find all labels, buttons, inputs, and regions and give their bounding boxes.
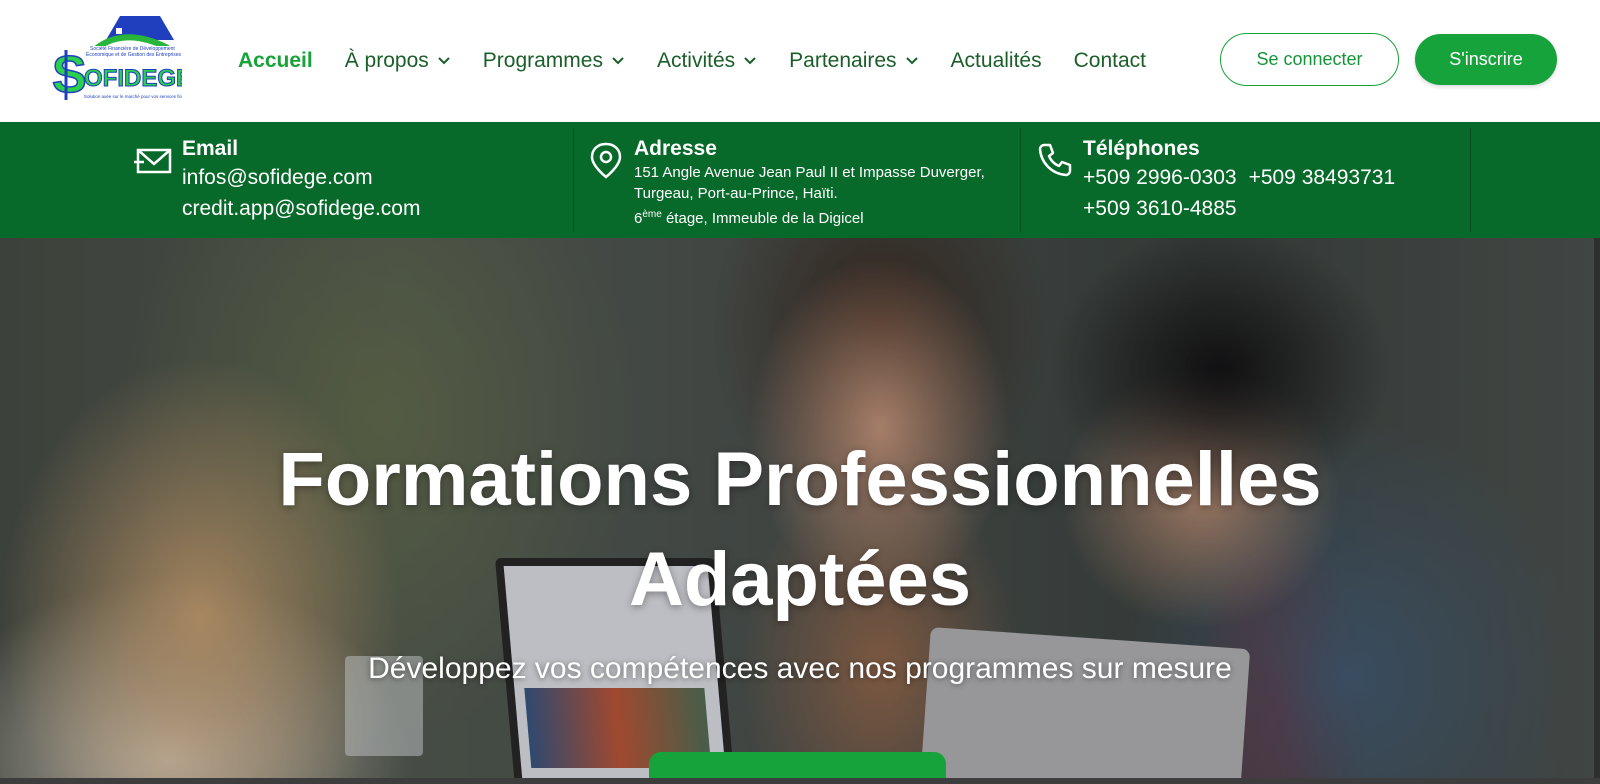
nav-item-partenaires[interactable]: Partenaires <box>789 49 918 73</box>
address-line: Turgeau, Port-au-Prince, Haïti. <box>634 185 838 202</box>
address-title: Adresse <box>634 137 717 160</box>
nav-label: À propos <box>344 49 429 72</box>
site-header: S OFIDEGE Société Financière de Développ… <box>0 0 1600 122</box>
hero-title: Formations Professionnelles Adaptées <box>0 430 1600 630</box>
chevron-down-icon <box>905 54 919 68</box>
svg-text:Économique et de Gestion des E: Économique et de Gestion des Entreprises <box>86 51 182 58</box>
hero-banner: Formations Professionnelles Adaptées Dév… <box>0 238 1600 778</box>
phone-icon <box>1035 140 1075 180</box>
phone-link[interactable]: +509 3610-4885 <box>1083 193 1395 224</box>
phones-block: Téléphones +509 2996-0303 +509 38493731 … <box>1035 128 1471 232</box>
nav-label: Actualités <box>950 49 1042 72</box>
address-line: 6ème étage, Immeuble de la Digicel <box>634 209 864 227</box>
nav-label: Programmes <box>482 49 603 72</box>
svg-text:OFIDEGE: OFIDEGE <box>84 65 182 92</box>
location-pin-icon <box>586 140 626 180</box>
main-nav: Accueil À propos Programmes Activités Pa… <box>238 0 1178 122</box>
login-button[interactable]: Se connecter <box>1220 33 1399 86</box>
svg-text:Solution axée sur le marché po: Solution axée sur le marché pour vos ser… <box>84 94 182 99</box>
address-block: Adresse 151 Angle Avenue Jean Paul II et… <box>586 128 1021 232</box>
chevron-down-icon <box>743 54 757 68</box>
nav-label: Accueil <box>238 49 313 72</box>
hero-title-line: Adaptées <box>628 537 972 622</box>
nav-item-accueil[interactable]: Accueil <box>238 49 313 73</box>
chevron-down-icon <box>611 54 625 68</box>
email-title: Email <box>182 137 239 160</box>
email-link[interactable]: credit.app@sofidege.com <box>182 193 420 224</box>
nav-item-a-propos[interactable]: À propos <box>345 49 451 73</box>
window-edge <box>1594 238 1600 778</box>
hero-subtitle: Développez vos compétences avec nos prog… <box>368 652 1232 685</box>
address-line: 151 Angle Avenue Jean Paul II et Impasse… <box>634 164 985 181</box>
svg-text:S: S <box>52 46 87 104</box>
contact-info-bar: Email infos@sofidege.com credit.app@sofi… <box>0 122 1600 238</box>
hero-cta-button[interactable] <box>649 752 946 778</box>
email-block: Email infos@sofidege.com credit.app@sofi… <box>134 128 574 232</box>
nav-item-programmes[interactable]: Programmes <box>483 49 625 73</box>
chevron-down-icon <box>437 54 451 68</box>
hero-title-line: Formations Professionnelles <box>278 437 1322 522</box>
window-bottom-edge <box>0 778 1600 784</box>
nav-item-actualites[interactable]: Actualités <box>951 49 1042 73</box>
email-link[interactable]: infos@sofidege.com <box>182 162 420 193</box>
nav-item-contact[interactable]: Contact <box>1074 49 1146 73</box>
nav-label: Activités <box>656 49 736 72</box>
phones-title: Téléphones <box>1083 137 1200 160</box>
phone-link[interactable]: +509 2996-0303 <box>1083 162 1237 193</box>
nav-label: Partenaires <box>789 49 897 72</box>
sofidege-logo[interactable]: S OFIDEGE Société Financière de Développ… <box>50 14 182 104</box>
nav-item-activites[interactable]: Activités <box>657 49 757 73</box>
signup-button[interactable]: S'inscrire <box>1415 34 1557 85</box>
nav-label: Contact <box>1073 49 1146 72</box>
mail-icon <box>134 140 174 180</box>
phone-link[interactable]: +509 38493731 <box>1249 162 1396 193</box>
